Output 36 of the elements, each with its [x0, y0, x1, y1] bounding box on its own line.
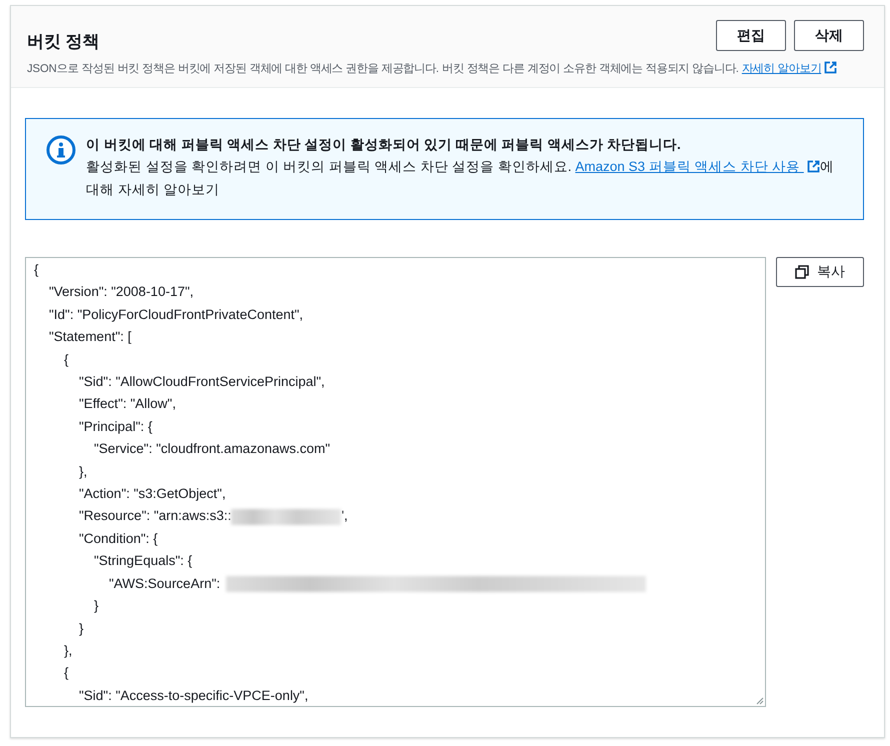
code-line: { — [64, 665, 69, 680]
info-icon — [46, 135, 76, 165]
code-line: }, — [64, 642, 72, 658]
policy-editor[interactable] — [25, 257, 766, 707]
code-line: } — [79, 620, 84, 636]
section-title: 버킷 정책 — [27, 31, 100, 53]
alert-text: 활성화된 설정을 확인하려면 이 버킷의 퍼블릭 액세스 차단 설정을 확인하세요. Amazon S3 퍼블릭 액세스 차단 사용 에 대해 자세히 알아보기 — [86, 158, 835, 199]
action-button[interactable]: 삭제 — [794, 20, 864, 51]
external-link-icon — [824, 61, 838, 74]
learn-more-link[interactable]: 자세히 알아보기 — [742, 63, 838, 75]
code-line: "Sid": "Access-to-specific-VPCE-only", — [79, 688, 308, 703]
code-line: "Statement": [ — [49, 329, 132, 344]
action-button[interactable]: 편집 — [716, 20, 786, 51]
docs-link[interactable]: Amazon S3 퍼블릭 액세스 차단 사용 — [575, 159, 820, 174]
code-line: "Effect": "Allow", — [79, 396, 176, 412]
code-line: { — [34, 262, 39, 277]
code-line: "Sid": "AllowCloudFrontServicePrincipal", — [79, 374, 325, 390]
code-line: "StringEquals": { — [94, 553, 192, 568]
code-line: "Resource": "arn:aws:s3:: — [79, 508, 232, 524]
alert-title: 이 버킷에 대해 퍼블릭 액세스 차단 설정이 활성화되어 있기 때문에 퍼블릭 액세스가 차단됩니다. — [86, 136, 682, 154]
code-line: "Version": "2008-10-17", — [49, 284, 194, 300]
code-line: } — [94, 598, 99, 614]
code-line: { — [64, 352, 69, 367]
code-line: "Principal": { — [79, 418, 152, 434]
code-line: "Action": "s3:GetObject", — [79, 486, 226, 502]
code-text: ', — [341, 508, 348, 524]
code-line: "Condition": { — [79, 530, 158, 546]
code-line: "Id": "PolicyForCloudFrontPrivateContent", — [49, 306, 304, 322]
copy-icon — [795, 265, 809, 279]
external-link-icon — [806, 160, 820, 173]
code-line: "Service": "cloudfront.amazonaws.com" — [94, 441, 330, 456]
code-line: }, — [79, 464, 88, 479]
code-line: "AWS:SourceArn": — [109, 576, 220, 591]
resize-handle-icon[interactable] — [756, 697, 764, 705]
description-text: JSON으로 작성된 버킷 정책은 버킷에 저장된 객체에 대한 액세스 권한을 제공합니다. 버킷 정책은 다른 계정이 소유한 객체에는 적용되지 않습니다. 자세히 알아보기 — [27, 61, 864, 76]
copy-button[interactable]: 복사 — [776, 257, 864, 287]
